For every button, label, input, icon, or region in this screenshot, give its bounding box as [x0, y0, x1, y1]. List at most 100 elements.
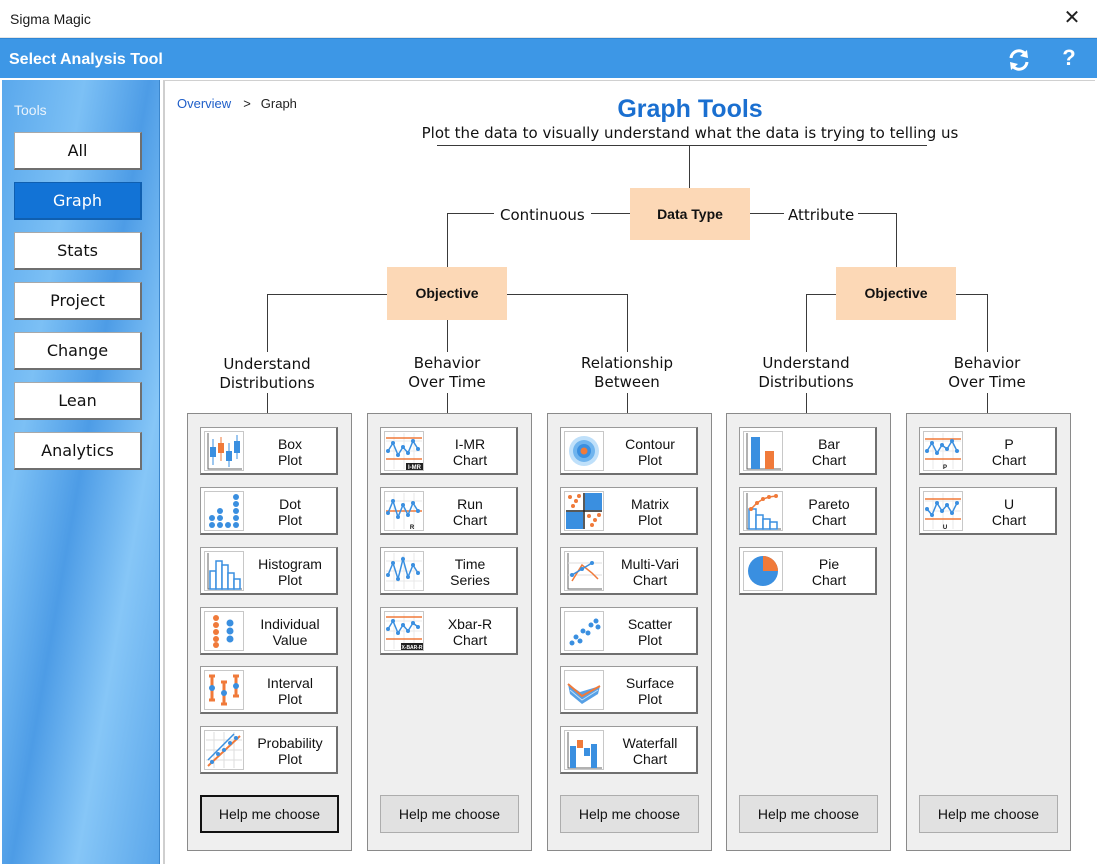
objective-label-line: Between [594, 373, 660, 391]
sidebar: Tools All Graph Stats Project Change Lea… [2, 80, 160, 864]
tool-label: Individual Value [260, 616, 320, 648]
objective-label-behavior-over-time-attribute: Behavior Over Time [907, 354, 1067, 392]
dot-plot-icon [204, 491, 244, 531]
tool-label: I-MR Chart [452, 436, 488, 468]
histogram-plot-button[interactable]: Histogram Plot [200, 547, 338, 595]
u-chart-button[interactable]: U U Chart [919, 487, 1057, 535]
connector-line [806, 294, 807, 352]
surface-plot-icon [564, 670, 604, 710]
probability-plot-icon [204, 730, 244, 770]
waterfall-chart-icon [564, 730, 604, 770]
tool-label: Pie Chart [811, 556, 847, 588]
connector-line [267, 393, 268, 413]
panel-behavior-over-time: I-MR I-MRChart R RunChart TimeSeries [367, 413, 532, 851]
icon-tag: U [943, 525, 947, 531]
tool-label: Probability Plot [257, 735, 323, 767]
objective-label-line: Understand [223, 355, 311, 373]
connector-line [689, 145, 690, 188]
branch-label-continuous: Continuous [494, 206, 591, 224]
bar-chart-button[interactable]: Bar Chart [739, 427, 877, 475]
window-titlebar: Sigma Magic ✕ [0, 0, 1097, 38]
tool-label: Xbar-R Chart [447, 616, 493, 648]
data-type-node: Data Type [630, 188, 750, 240]
objective-label-understand-distributions-attribute: Understand Distributions [726, 354, 886, 392]
scatter-plot-button[interactable]: Scatter Plot [560, 607, 698, 655]
tool-label: Box Plot [277, 436, 303, 468]
scatter-plot-icon [564, 611, 604, 651]
connector-line [806, 393, 807, 413]
panel-relationship-between: Contour Plot Matrix Plot Multi-Vari Chart S… [547, 413, 712, 851]
pareto-chart-button[interactable]: Pareto Chart [739, 487, 877, 535]
objective-node-continuous: Objective [387, 267, 507, 320]
run-chart-icon: R [384, 491, 424, 531]
tool-label: Interval Plot [267, 675, 313, 707]
connector-line [507, 294, 627, 295]
multi-vari-chart-button[interactable]: Multi-Vari Chart [560, 547, 698, 595]
sidebar-item-project[interactable]: Project [14, 282, 142, 320]
panel-understand-distributions: Box Plot Dot Plot Histogram Plot Individ… [187, 413, 352, 851]
objective-label-line: Distributions [758, 373, 854, 391]
waterfall-chart-button[interactable]: Waterfall Chart [560, 726, 698, 774]
individual-value-icon [204, 611, 244, 651]
sidebar-item-stats[interactable]: Stats [14, 232, 142, 270]
help-me-choose-button[interactable]: Help me choose [560, 795, 699, 833]
window-title: Sigma Magic [10, 11, 91, 27]
help-me-choose-button[interactable]: Help me choose [380, 795, 519, 833]
dot-plot-button[interactable]: Dot Plot [200, 487, 338, 535]
breadcrumb: Overview > Graph [177, 96, 297, 111]
sidebar-item-graph[interactable]: Graph [14, 182, 142, 220]
individual-value-button[interactable]: Individual Value [200, 607, 338, 655]
sidebar-item-change[interactable]: Change [14, 332, 142, 370]
tool-label: Dot Plot [277, 496, 303, 528]
close-icon[interactable]: ✕ [1057, 4, 1087, 34]
sidebar-item-analytics[interactable]: Analytics [14, 432, 142, 470]
icon-tag: P [943, 465, 947, 471]
objective-label-line: Over Time [408, 373, 486, 391]
time-series-button[interactable]: Time Series [380, 547, 518, 595]
u-chart-icon: U [923, 491, 963, 531]
tool-label: U Chart [991, 496, 1027, 528]
tool-label: Multi-Vari Chart [620, 556, 680, 588]
connector-line [627, 294, 628, 352]
interval-plot-button[interactable]: Interval Plot [200, 666, 338, 714]
sidebar-item-lean[interactable]: Lean [14, 382, 142, 420]
multi-vari-chart-icon [564, 551, 604, 591]
sidebar-item-all[interactable]: All [14, 132, 142, 170]
page-subtitle: Plot the data to visually understand wha… [421, 124, 959, 142]
time-series-icon [384, 551, 424, 591]
help-icon[interactable]: ? [1057, 45, 1081, 73]
objective-label-line: Behavior [953, 354, 1021, 372]
matrix-plot-button[interactable]: Matrix Plot [560, 487, 698, 535]
box-plot-button[interactable]: Box Plot [200, 427, 338, 475]
contour-plot-button[interactable]: Contour Plot [560, 427, 698, 475]
imr-chart-button[interactable]: I-MR I-MR Chart [380, 427, 518, 475]
help-me-choose-button[interactable]: Help me choose [200, 795, 339, 833]
tool-label: Waterfall Chart [622, 735, 678, 767]
surface-plot-button[interactable]: Surface Plot [560, 666, 698, 714]
header-bar: Select Analysis Tool ? [0, 38, 1097, 78]
refresh-icon[interactable] [1006, 47, 1032, 73]
tool-label: Run Chart [452, 496, 488, 528]
help-me-choose-button[interactable]: Help me choose [919, 795, 1058, 833]
objective-label-line: Over Time [948, 373, 1026, 391]
breadcrumb-separator: > [243, 96, 251, 111]
tool-label: Scatter Plot [627, 616, 673, 648]
run-chart-button[interactable]: R Run Chart [380, 487, 518, 535]
p-chart-button[interactable]: P P Chart [919, 427, 1057, 475]
breadcrumb-overview-link[interactable]: Overview [177, 96, 231, 111]
pie-chart-icon [743, 551, 783, 591]
panel-understand-distributions-attribute: Bar Chart Pareto Chart Pie Chart Help me ch… [726, 413, 891, 851]
objective-label-line: Relationship [580, 354, 674, 372]
help-me-choose-button[interactable]: Help me choose [739, 795, 878, 833]
pareto-chart-icon [743, 491, 783, 531]
probability-plot-button[interactable]: Probability Plot [200, 726, 338, 774]
p-chart-icon: P [923, 431, 963, 471]
branch-label-attribute: Attribute [784, 206, 859, 224]
bar-chart-icon [743, 431, 783, 471]
pie-chart-button[interactable]: Pie Chart [739, 547, 877, 595]
objective-node-attribute: Objective [836, 267, 956, 320]
interval-plot-icon [204, 670, 244, 710]
xbar-r-chart-button[interactable]: X-BAR-R Xbar-R Chart [380, 607, 518, 655]
objective-label-line: Behavior [413, 354, 481, 372]
tool-label: Bar Chart [811, 436, 847, 468]
